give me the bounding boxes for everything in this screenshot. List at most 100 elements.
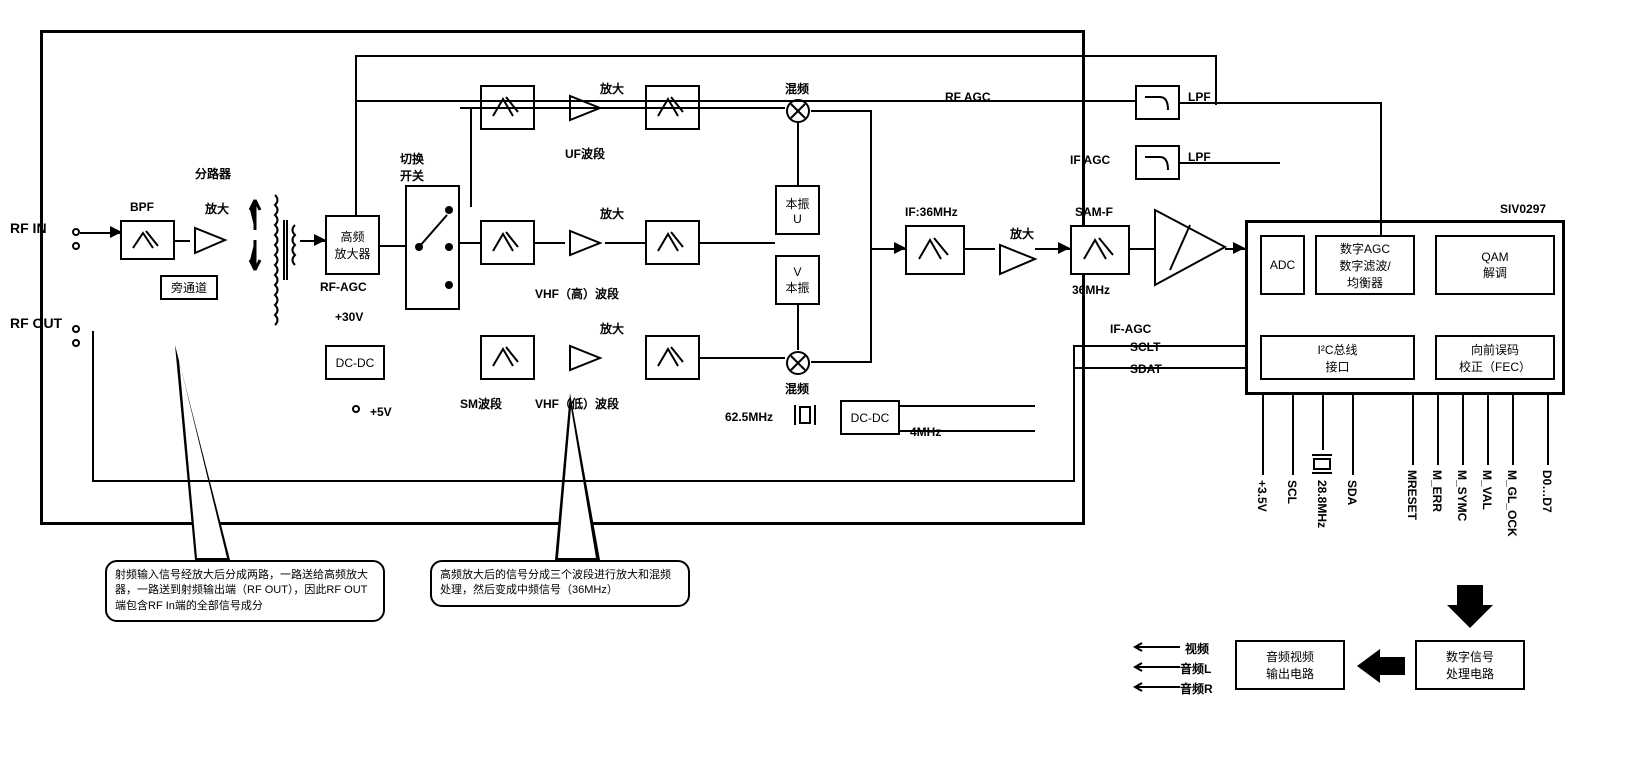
callout-2: 高频放大后的信号分成三个波段进行放大和混频处理，然后变成中频信号（36MHz） [430, 560, 690, 607]
wire [1215, 55, 1217, 105]
amp1-label: 放大 [205, 200, 229, 217]
f4-label: 4MHz [910, 425, 941, 439]
pin-sda: SDA [1345, 480, 1359, 505]
vhfl-filter1 [480, 335, 535, 380]
wire [355, 55, 1215, 57]
wire [811, 110, 871, 112]
bpf-label: BPF [130, 200, 154, 214]
sm-band-label: SM波段 [460, 395, 502, 412]
wire [355, 55, 357, 215]
pin-mreset: MRESET [1405, 470, 1419, 520]
plus5v-terminal [352, 405, 360, 413]
wire [92, 331, 94, 481]
wire [1487, 395, 1489, 465]
arrowhead [1058, 242, 1070, 254]
wire [470, 107, 472, 207]
callout2-pointer [540, 393, 620, 563]
bypass-block: 旁通道 [160, 275, 218, 300]
pin-mval: M_VAL [1480, 470, 1494, 510]
wire [700, 357, 785, 359]
rf-out-terminal [72, 325, 80, 333]
wire [965, 248, 995, 250]
vhfh-filter1 [480, 220, 535, 265]
left-arrow-icon [1355, 647, 1410, 685]
qam-block: QAM 解调 [1435, 235, 1555, 295]
dcdc2-block: DC-DC [840, 400, 900, 435]
vhfh-amp-label: 放大 [600, 205, 624, 222]
rf-out-terminal2 [72, 339, 80, 347]
wire [1292, 395, 1294, 475]
wire [870, 110, 872, 363]
vhfl-filter2 [645, 335, 700, 380]
if-amp-icon [995, 242, 1040, 277]
wire [1262, 395, 1264, 475]
lpf2-block [1135, 145, 1180, 180]
wire [900, 430, 1035, 432]
wire [700, 242, 775, 244]
audio-r-label: 音频R [1180, 680, 1213, 697]
wire [1437, 395, 1439, 465]
vhfl-amp-icon [565, 343, 605, 373]
wire [900, 405, 1035, 407]
wire [175, 240, 190, 242]
arrowhead [110, 226, 122, 238]
plus5v-label: +5V [370, 405, 392, 419]
wire [1180, 102, 1380, 104]
pin-msymc: M_SYMC [1455, 470, 1469, 521]
wire [1547, 395, 1549, 465]
down-arrow-icon [1445, 580, 1495, 630]
wire [460, 242, 480, 244]
if-agc-pin-label: IF-AGC [1110, 322, 1151, 336]
pin-d0d7: D0…D7 [1540, 470, 1554, 513]
splitter-icon [240, 185, 310, 355]
samf-label: SAM-F [1075, 205, 1113, 219]
fec-block: 向前误码 校正（FEC） [1435, 335, 1555, 380]
wire [1462, 395, 1464, 465]
wire [380, 245, 405, 247]
wire [1380, 102, 1382, 235]
if-agc-line-label: IF AGC [1070, 153, 1110, 167]
chip-label: SIV0297 [1500, 202, 1546, 216]
lo-v-block: V 本振 [775, 255, 820, 305]
wire-ifagc [1180, 162, 1280, 164]
rf-in-terminal2 [72, 242, 80, 250]
pin-scl: SCL [1285, 480, 1299, 504]
switch-label: 切换 开关 [400, 150, 424, 184]
splitter-label: 分路器 [195, 165, 231, 182]
uf-band-label: UF波段 [565, 145, 605, 162]
mixer-top-label: 混频 [785, 80, 809, 97]
wire-bus1 [92, 480, 1075, 482]
if-amp-label: 放大 [1010, 225, 1034, 242]
if36-label: IF:36MHz [905, 205, 958, 219]
crystal1-icon [790, 405, 820, 425]
dagc-block: 数字AGC 数字滤波/ 均衡器 [1315, 235, 1415, 295]
pin-merr: M_ERR [1430, 470, 1444, 512]
rf-in-terminal [72, 228, 80, 236]
video-label: 视频 [1185, 640, 1209, 657]
switch-block [405, 185, 460, 310]
pin-xtal: 28.8MHz [1315, 480, 1329, 528]
wire [797, 305, 799, 350]
sclt-label: SCLT [1130, 340, 1160, 354]
wire [1352, 395, 1354, 475]
rf-agc-amp: 高频 放大器 [325, 215, 380, 275]
mixer-bottom-label: 混频 [785, 380, 809, 397]
wire [1073, 345, 1248, 347]
bpf-block [120, 220, 175, 260]
wire [605, 242, 645, 244]
wire [1512, 395, 1514, 465]
rf-agc-label: RF-AGC [320, 280, 367, 294]
lpf1-block [1135, 85, 1180, 120]
pin-mglock: M_GL_OCK [1505, 470, 1519, 537]
av-output-block: 音频视频 输出电路 [1235, 640, 1345, 690]
if36-block [905, 225, 965, 275]
vhfh-amp-icon [565, 228, 605, 258]
wire [1073, 345, 1075, 481]
rf-out-port: RF OUT [10, 315, 62, 331]
audio-l-label: 音频L [1180, 660, 1211, 677]
pin-35v: +3.5V [1255, 480, 1269, 512]
amp1-icon [190, 223, 230, 258]
sdat-label: SDAT [1130, 362, 1162, 376]
rf-in-port: RF IN [10, 220, 47, 236]
36mhz-label: 36MHz [1072, 283, 1110, 297]
